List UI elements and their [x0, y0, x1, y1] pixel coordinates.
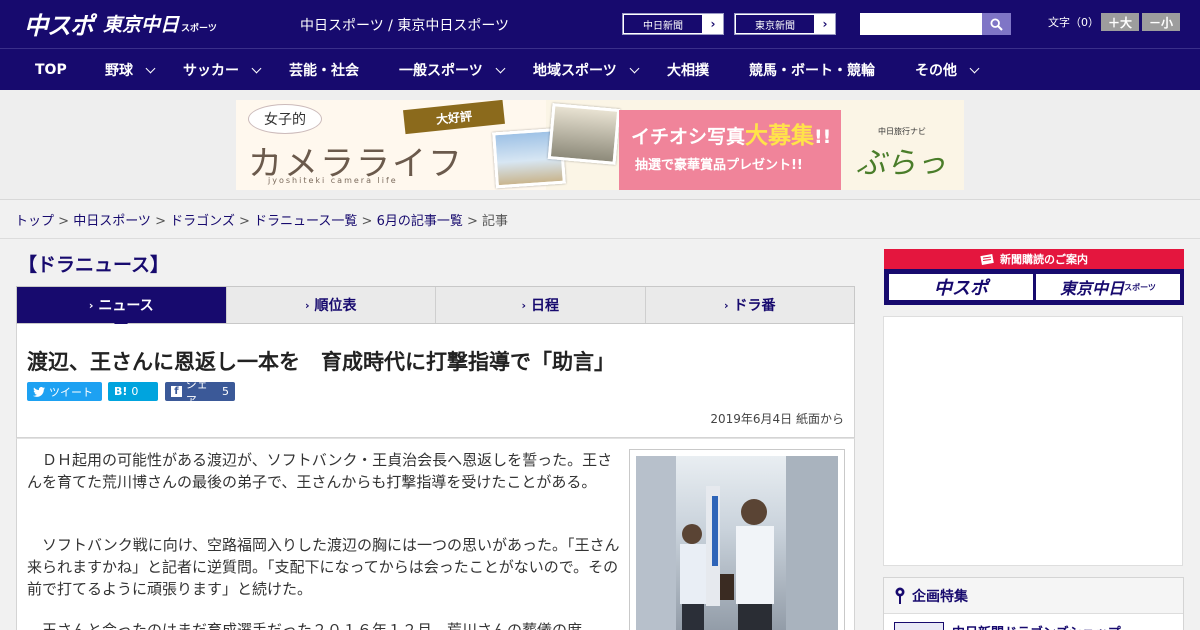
facebook-share-button[interactable]: f シェア 5: [165, 378, 235, 407]
banner-photo: [547, 103, 621, 165]
nav-top[interactable]: TOP: [35, 49, 67, 91]
subscribe-tokyo-chunichi-button[interactable]: 東京中日 スポーツ: [1035, 273, 1181, 301]
chunichi-shimbun-label: 中日新聞: [623, 14, 703, 34]
nav-racing[interactable]: 競馬・ボート・競輪: [749, 49, 875, 91]
hatena-count: 0: [131, 385, 139, 398]
breadcrumb-current: 記事: [482, 214, 509, 229]
breadcrumb-sep: >: [150, 214, 171, 229]
search-input[interactable]: [860, 13, 982, 35]
article-body: ＤＨ起用の可能性がある渡辺が、ソフトバンク・王貞治会長へ恩返しを誓った。王さんを…: [16, 438, 855, 630]
breadcrumb-top[interactable]: トップ: [15, 214, 54, 229]
special-feature-item-label: 中日新聞ドラゴンズショップ: [952, 622, 1121, 630]
special-feature-header: 企画特集: [884, 578, 1183, 614]
breadcrumb-sep: >: [357, 214, 377, 229]
tokyo-shimbun-label: 東京新聞: [735, 14, 815, 34]
site-header: 中スポ 東京中日 スポーツ 中日スポーツ / 東京中日スポーツ 中日新聞 › 東京…: [0, 0, 1200, 48]
main-nav: TOP 野球 サッカー 芸能・社会 一般スポーツ 地域スポーツ 大相撲 競馬・ボ…: [0, 48, 1200, 90]
tab-doraban[interactable]: › ドラ番: [646, 287, 855, 323]
pin-icon: [895, 587, 905, 604]
breadcrumb-chunichi-sports[interactable]: 中日スポーツ: [73, 214, 151, 229]
chevron-down-icon: [969, 63, 980, 73]
subscribe-chuspo-button[interactable]: 中スポ: [888, 273, 1034, 301]
article-photo-image: [636, 456, 838, 630]
search-button[interactable]: [982, 13, 1011, 35]
chevron-right-icon: ›: [304, 298, 310, 312]
tab-news[interactable]: › ニュース: [17, 287, 227, 331]
article-date: 2019年6月4日 紙面から: [710, 412, 844, 426]
divider: [0, 238, 1200, 239]
breadcrumb-sep: >: [54, 214, 74, 229]
tab-schedule[interactable]: › 日程: [436, 287, 646, 323]
font-size-label: 文字（0）: [1048, 16, 1099, 29]
logo-tokyo-chunichi[interactable]: 東京中日 スポーツ: [103, 10, 217, 37]
banner-campaign-title: イチオシ写真大募集!!: [631, 123, 832, 149]
nav-other[interactable]: その他: [915, 49, 980, 91]
breadcrumb-sep: >: [234, 214, 255, 229]
chevron-down-icon: [251, 63, 262, 73]
nav-general-sports[interactable]: 一般スポーツ: [399, 49, 506, 91]
article-photo[interactable]: [629, 449, 845, 630]
banner-campaign-sub: 抽選で豪華賞品プレゼント!!: [635, 158, 803, 173]
ad-space: [883, 316, 1183, 566]
chevron-down-icon: [145, 63, 156, 73]
tweet-label: ツイート: [49, 385, 93, 399]
banner-campaign: イチオシ写真大募集!! 抽選で豪華賞品プレゼント!!: [619, 110, 841, 190]
tab-standings[interactable]: › 順位表: [227, 287, 436, 323]
section-title: 【ドラニュース】: [18, 254, 170, 276]
dragons-tabs: › ニュース › 順位表 › 日程 › ドラ番: [16, 286, 855, 331]
article-paragraph: ＤＨ起用の可能性がある渡辺が、ソフトバンク・王貞治会長へ恩返しを誓った。王さんを…: [27, 451, 613, 491]
banner-photos: [492, 103, 624, 190]
camera-life-banner[interactable]: 女子的 カメラライフ jyoshiteki camera life 大好評 イチ…: [236, 100, 964, 190]
chevron-right-icon: ›: [822, 17, 828, 31]
special-feature-item[interactable]: 中日新聞ドラゴンズショップ: [894, 622, 1121, 630]
nav-local-sports[interactable]: 地域スポーツ: [533, 49, 640, 91]
subscription-box: 新聞購読のご案内 中スポ 東京中日 スポーツ: [884, 249, 1184, 305]
site-links[interactable]: 中日スポーツ / 東京中日スポーツ: [300, 15, 509, 35]
logo-chuspo[interactable]: 中スポ: [24, 6, 94, 41]
special-feature-box: 企画特集 中日新聞ドラゴンズショップ: [883, 577, 1184, 630]
breadcrumb-dragons[interactable]: ドラゴンズ: [170, 214, 235, 229]
article-paragraph: ソフトバンク戦に向け、空路福岡入りした渡辺の胸には一つの思いがあった。「王さん来…: [27, 536, 620, 598]
hatena-icon: B!: [114, 385, 128, 398]
article-headline: 渡辺、王さんに恩返し一本を 育成時代に打撃指導で「助言」: [27, 350, 615, 374]
twitter-icon: [33, 386, 45, 397]
facebook-label: シェア: [185, 377, 208, 407]
nav-soccer[interactable]: サッカー: [183, 49, 262, 91]
nav-baseball[interactable]: 野球: [105, 49, 156, 91]
article-header: 渡辺、王さんに恩返し一本を 育成時代に打撃指導で「助言」 ツイート B! 0 f…: [16, 324, 855, 438]
breadcrumb-june-list[interactable]: 6月の記事一覧: [377, 214, 463, 229]
tweet-button[interactable]: ツイート: [27, 382, 102, 401]
nav-entertainment[interactable]: 芸能・社会: [289, 49, 359, 91]
nav-sumo[interactable]: 大相撲: [667, 49, 709, 91]
chevron-down-icon: [629, 63, 640, 73]
players-photo-illustration: [636, 456, 838, 630]
sponsor-logo: ぶらっ人: [856, 146, 946, 181]
subscription-header: 新聞購読のご案内: [884, 249, 1184, 269]
breadcrumb-sep: >: [462, 214, 483, 229]
banner-sponsor: 中日旅行ナビ ぶらっ人: [848, 100, 964, 190]
font-smaller-button[interactable]: －小: [1142, 13, 1180, 31]
site-logo[interactable]: 中スポ 東京中日 スポーツ: [24, 6, 217, 40]
chevron-down-icon: [495, 63, 506, 73]
breadcrumb: トップ > 中日スポーツ > ドラゴンズ > ドラニュース一覧 > 6月の記事一…: [15, 210, 508, 229]
chevron-right-icon: ›: [88, 298, 94, 312]
chevron-right-icon: ›: [723, 298, 729, 312]
facebook-count: 5: [222, 385, 229, 398]
banner-subtitle: jyoshiteki camera life: [268, 176, 398, 185]
search-icon: [990, 17, 1003, 31]
chunichi-shimbun-button[interactable]: 中日新聞 ›: [622, 13, 724, 35]
tokyo-shimbun-button[interactable]: 東京新聞 ›: [734, 13, 836, 35]
breadcrumb-news-list[interactable]: ドラニュース一覧: [254, 214, 357, 229]
chevron-right-icon: ›: [521, 298, 527, 312]
hatena-bookmark-button[interactable]: B! 0: [108, 382, 158, 401]
article-paragraph: 王さんと会ったのはまだ育成選手だった２０１６年１２月。荒川さんの葬儀の席: [27, 621, 583, 630]
newspaper-icon: [980, 253, 994, 265]
banner-bubble: 女子的: [248, 104, 322, 134]
chevron-right-icon: ›: [710, 17, 716, 31]
dragons-shop-thumbnail: [894, 622, 944, 630]
font-larger-button[interactable]: ＋大: [1101, 13, 1139, 31]
sponsor-small-label: 中日旅行ナビ: [878, 127, 926, 136]
facebook-icon: f: [171, 386, 182, 397]
